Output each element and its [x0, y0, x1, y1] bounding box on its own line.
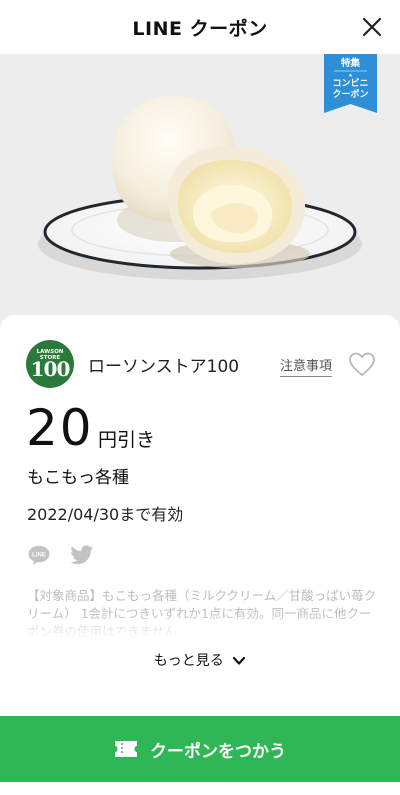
store-logo: LAWSON STORE 100: [26, 340, 74, 388]
use-coupon-button[interactable]: クーポンをつかう: [0, 716, 400, 782]
feature-badge[interactable]: ★ 特集 コンビニ クーポン: [324, 54, 377, 113]
app-header: LINE クーポン: [0, 0, 400, 54]
header-title: LINE クーポン: [132, 17, 268, 40]
product-name: もこもっ各種: [27, 468, 129, 488]
show-more-button[interactable]: もっと見る: [0, 650, 400, 670]
discount-amount: 20: [26, 399, 94, 457]
heart-icon[interactable]: [348, 351, 376, 377]
svg-text:LINE: LINE: [32, 553, 46, 559]
validity-date: 2022/04/30まで有効: [27, 505, 184, 524]
close-icon[interactable]: [358, 13, 386, 41]
ticket-icon: [115, 741, 137, 757]
use-coupon-label: クーポンをつかう: [150, 741, 286, 762]
badge-line2: コンビニ: [332, 79, 369, 89]
notes-link[interactable]: 注意事項: [280, 355, 333, 377]
chevron-down-icon: [233, 656, 246, 665]
description-fade: [27, 613, 377, 639]
badge-line1: 特集: [340, 58, 360, 69]
badge-line3: クーポン: [332, 90, 369, 100]
twitter-icon[interactable]: [70, 545, 94, 565]
description-area: 【対象商品】もこもっ各種（ミルククリーム／甘酸っぱい苺クリーム） 1会計につきい…: [27, 587, 377, 639]
store-name: ローソンストア100: [88, 357, 240, 377]
show-more-label: もっと見る: [153, 653, 224, 669]
logo-number: 100: [30, 357, 71, 381]
line-icon[interactable]: LINE: [28, 545, 50, 565]
discount-unit: 円引き: [98, 429, 156, 451]
